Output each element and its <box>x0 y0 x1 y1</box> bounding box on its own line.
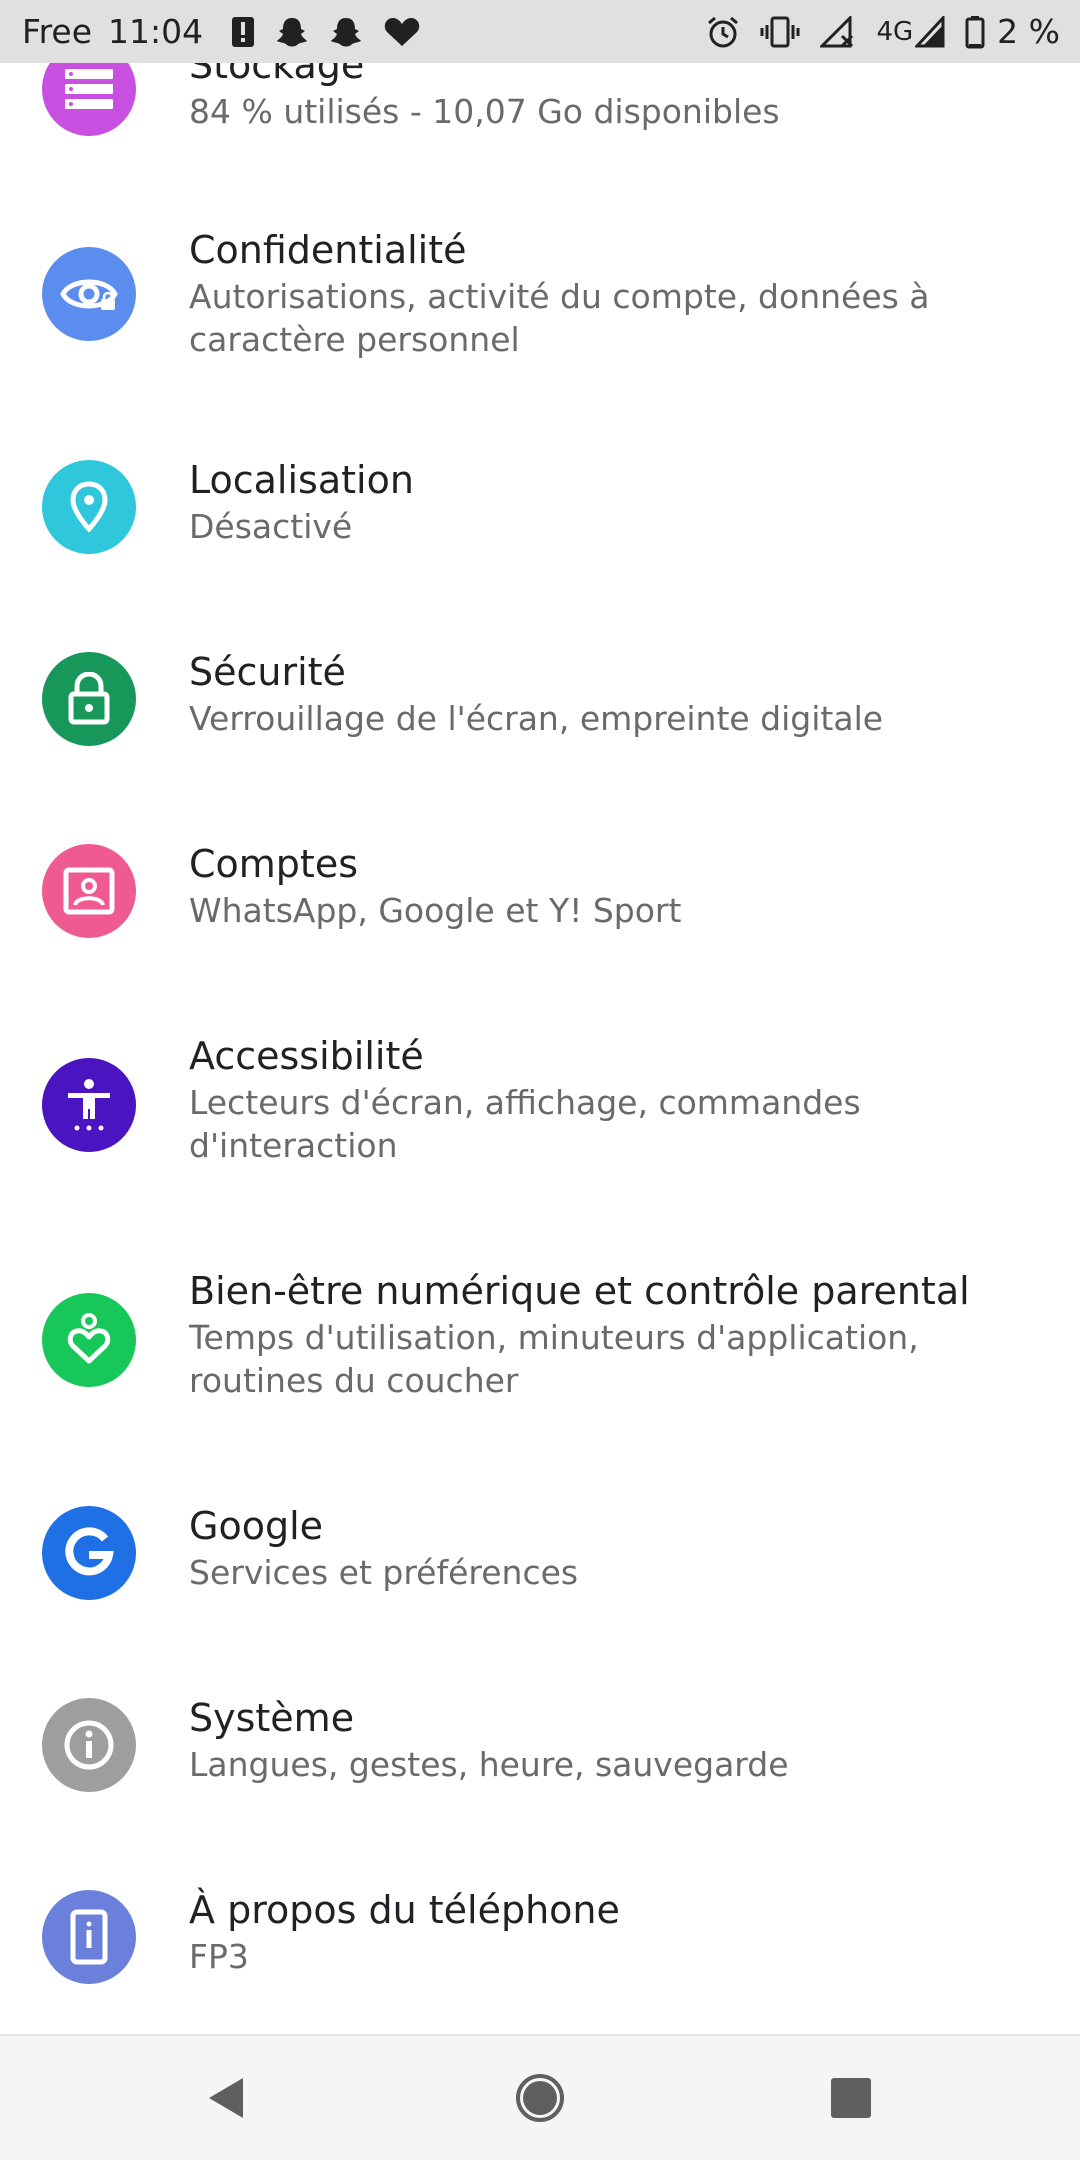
account-icon <box>42 844 136 938</box>
alert-icon <box>231 16 255 48</box>
settings-item-title: Comptes <box>189 842 358 886</box>
4g-signal-icon <box>915 15 945 48</box>
accessibility-icon <box>42 1058 136 1152</box>
recents-icon[interactable] <box>791 2036 911 2160</box>
status-bar: Free 11:04 4G 2 % <box>0 0 1080 63</box>
lock-icon <box>42 652 136 746</box>
settings-item-subtitle: Verrouillage de l'écran, empreinte digit… <box>189 699 884 738</box>
vibrate-icon <box>760 16 800 48</box>
settings-item-title: Bien-être numérique et contrôle parental <box>189 1269 970 1313</box>
google-icon <box>42 1506 136 1600</box>
settings-item-location[interactable]: Localisation Désactivé <box>0 455 1080 605</box>
home-icon[interactable] <box>480 2036 600 2160</box>
alarm-icon <box>706 15 740 49</box>
settings-item-subtitle: FP3 <box>189 1937 249 1976</box>
settings-item-title: Sécurité <box>189 650 346 694</box>
phone-icon <box>42 1890 136 1984</box>
carrier-name: Free <box>22 12 93 51</box>
settings-item-subtitle: Temps d'utilisation, minuteurs d'applica… <box>189 1318 919 1400</box>
info-icon <box>42 1698 136 1792</box>
settings-item-google[interactable]: Google Services et préférences <box>0 1501 1080 1651</box>
snapchat-ghost-icon <box>329 16 363 48</box>
back-icon[interactable] <box>165 2036 285 2160</box>
battery-icon <box>965 15 985 49</box>
battery-percentage: 2 % <box>997 12 1060 51</box>
settings-item-security[interactable]: Sécurité Verrouillage de l'écran, emprei… <box>0 647 1080 797</box>
wellbeing-heart-icon <box>42 1293 136 1387</box>
settings-item-title: À propos du téléphone <box>189 1888 620 1932</box>
settings-item-subtitle: Lecteurs d'écran, affichage, commandes d… <box>189 1083 861 1165</box>
settings-item-about-phone[interactable]: À propos du téléphone FP3 <box>0 1885 1080 2034</box>
settings-list[interactable]: Stockage 84 % utilisés - 10,07 Go dispon… <box>0 0 1080 2034</box>
settings-item-system[interactable]: Système Langues, gestes, heure, sauvegar… <box>0 1693 1080 1843</box>
settings-item-subtitle: Services et préférences <box>189 1553 579 1592</box>
settings-item-subtitle: 84 % utilisés - 10,07 Go disponibles <box>189 92 780 131</box>
settings-item-title: Google <box>189 1504 324 1548</box>
settings-item-title: Accessibilité <box>189 1034 424 1078</box>
network-type: 4G <box>876 16 914 47</box>
settings-item-accounts[interactable]: Comptes WhatsApp, Google et Y! Sport <box>0 839 1080 989</box>
settings-item-privacy[interactable]: Confidentialité Autorisations, activité … <box>0 215 1080 415</box>
settings-item-title: Localisation <box>189 458 414 502</box>
navigation-bar <box>0 2034 1080 2160</box>
settings-item-subtitle: WhatsApp, Google et Y! Sport <box>189 891 682 930</box>
snapchat-ghost-icon <box>275 16 309 48</box>
settings-item-subtitle: Autorisations, activité du compte, donné… <box>189 277 930 359</box>
settings-item-accessibility[interactable]: Accessibilité Lecteurs d'écran, affichag… <box>0 1031 1080 1231</box>
settings-item-subtitle: Langues, gestes, heure, sauvegarde <box>189 1745 789 1784</box>
settings-item-title: Système <box>189 1696 355 1740</box>
privacy-eye-icon <box>42 247 136 341</box>
heart-icon <box>383 16 421 48</box>
clock: 11:04 <box>108 12 204 51</box>
settings-item-digital-wellbeing[interactable]: Bien-être numérique et contrôle parental… <box>0 1266 1080 1466</box>
no-signal-icon <box>820 15 856 48</box>
settings-item-subtitle: Désactivé <box>189 507 353 546</box>
settings-item-title: Confidentialité <box>189 228 467 272</box>
location-pin-icon <box>42 460 136 554</box>
